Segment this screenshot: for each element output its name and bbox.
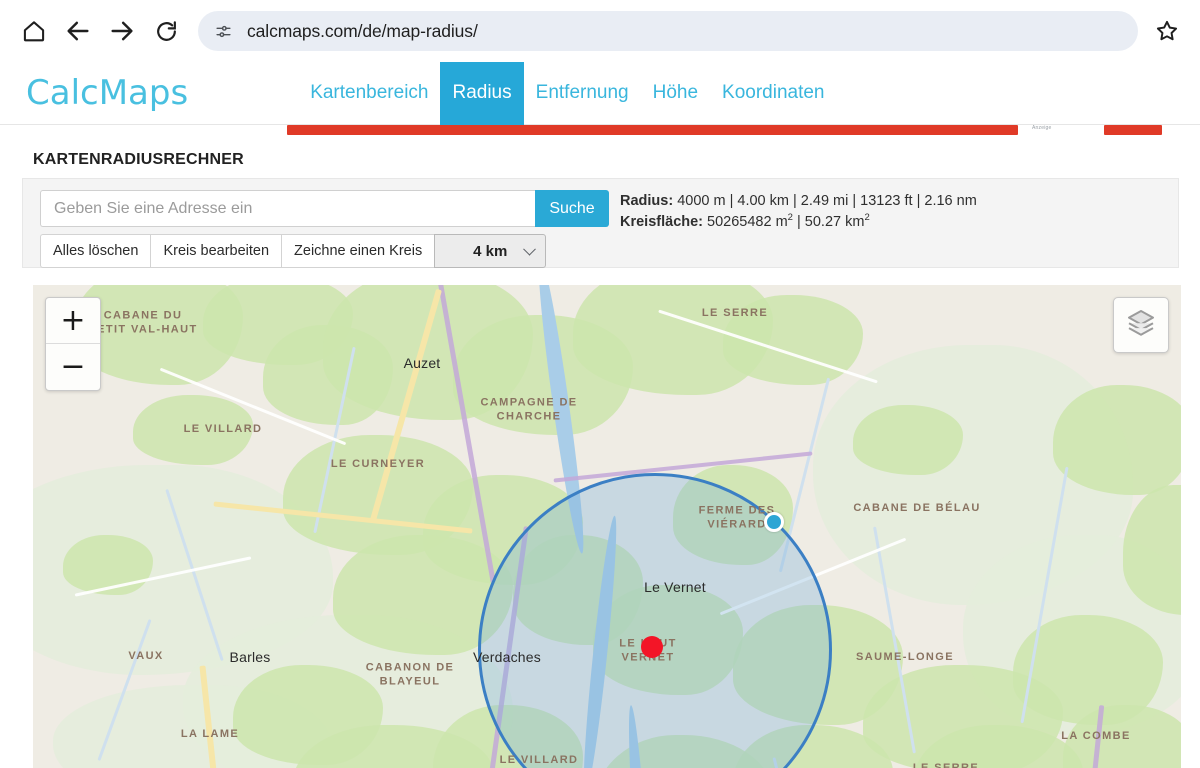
circle-radius-handle[interactable] <box>764 512 784 532</box>
terrain-forest <box>1053 385 1181 495</box>
site-logo[interactable]: CalcMaps <box>26 73 188 113</box>
browser-toolbar: calcmaps.com/de/map-radius/ <box>0 0 1200 62</box>
zoom-out-button[interactable]: − <box>46 344 100 390</box>
site-header: CalcMaps Kartenbereich Radius Entfernung… <box>0 61 1200 125</box>
map-zoom-controls: + − <box>45 297 101 391</box>
area-sup-sqkm: 2 <box>864 212 870 223</box>
search-button[interactable]: Suche <box>535 190 609 227</box>
terrain-forest <box>853 405 963 475</box>
forward-icon[interactable] <box>100 9 144 53</box>
radius-line: Radius: 4000 m | 4.00 km | 2.49 mi | 131… <box>620 191 977 211</box>
radius-value: 4000 m | 4.00 km | 2.49 mi | 13123 ft | … <box>677 193 977 209</box>
nav-item-hoehe[interactable]: Höhe <box>641 62 710 125</box>
area-value-sqm: 50265482 m <box>707 213 788 230</box>
chevron-down-icon <box>523 242 537 256</box>
site-settings-icon[interactable] <box>214 22 233 41</box>
edit-circle-button[interactable]: Kreis bearbeiten <box>150 234 282 268</box>
browser-window: calcmaps.com/de/map-radius/ CalcMaps Kar… <box>0 0 1200 768</box>
radius-label: Radius: <box>620 193 674 209</box>
nav-item-entfernung[interactable]: Entfernung <box>524 62 641 125</box>
address-search-input[interactable] <box>40 190 535 227</box>
tool-button-row: Alles löschen Kreis bearbeiten Zeichne e… <box>40 234 547 268</box>
area-line: Kreisfläche: 50265482 m2 | 50.27 km2 <box>620 211 977 232</box>
ad-label: Anzeige <box>1032 125 1052 131</box>
map-layers-button[interactable] <box>1113 297 1169 353</box>
draw-circle-button[interactable]: Zeichne einen Kreis <box>281 234 435 268</box>
radius-select-value: 4 km <box>473 242 508 260</box>
reload-icon[interactable] <box>144 9 188 53</box>
terrain-forest <box>133 395 253 465</box>
nav-item-koordinaten[interactable]: Koordinaten <box>710 62 836 125</box>
page-title: KARTENRADIUSRECHNER <box>33 151 244 168</box>
circle-center-marker[interactable] <box>641 636 663 658</box>
controls-panel: Suche Radius: 4000 m | 4.00 km | 2.49 mi… <box>22 178 1179 268</box>
nav-item-kartenbereich[interactable]: Kartenbereich <box>298 62 440 125</box>
area-label: Kreisfläche: <box>620 213 704 230</box>
clear-all-button[interactable]: Alles löschen <box>40 234 151 268</box>
radius-select[interactable]: 4 km <box>434 234 547 268</box>
nav-item-radius[interactable]: Radius <box>440 61 524 125</box>
map-canvas[interactable]: CABANE DU PETIT VAL-HAUT Auzet LE VILLARD CA… <box>33 285 1181 768</box>
radius-readout: Radius: 4000 m | 4.00 km | 2.49 mi | 131… <box>620 191 977 232</box>
bookmark-star-icon[interactable] <box>1146 10 1188 52</box>
home-icon[interactable] <box>12 9 56 53</box>
address-bar[interactable]: calcmaps.com/de/map-radius/ <box>198 11 1138 51</box>
layers-icon <box>1125 307 1157 344</box>
advertisement-banner[interactable]: Anzeige <box>0 125 1200 140</box>
url-text: calcmaps.com/de/map-radius/ <box>247 20 478 41</box>
ad-segment-left[interactable] <box>287 125 1018 135</box>
area-value-sqkm: | 50.27 km <box>792 213 865 230</box>
zoom-in-button[interactable]: + <box>46 298 100 344</box>
page-content: KARTENRADIUSRECHNER Suche Radius: 4000 m… <box>0 140 1200 768</box>
main-nav: Kartenbereich Radius Entfernung Höhe Koo… <box>298 61 836 125</box>
back-icon[interactable] <box>56 9 100 53</box>
ad-segment-right[interactable] <box>1104 125 1162 135</box>
search-row: Suche <box>40 190 609 227</box>
